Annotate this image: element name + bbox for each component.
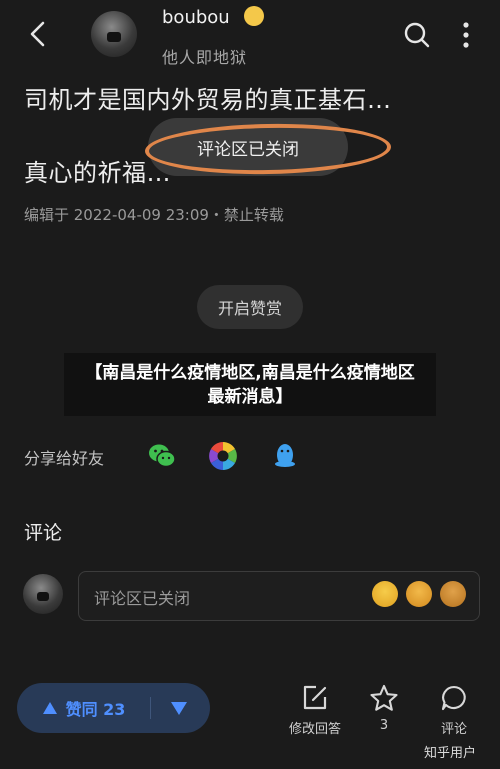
triangle-up-icon xyxy=(42,702,57,714)
author-avatar[interactable] xyxy=(91,11,137,57)
moments-share-icon[interactable] xyxy=(208,441,238,471)
enable-reward-button[interactable]: 开启赞赏 xyxy=(197,285,303,329)
share-label: 分享给好友 xyxy=(24,449,105,468)
laughing-emoji-icon[interactable] xyxy=(406,581,432,607)
wechat-share-icon[interactable] xyxy=(147,441,177,471)
downvote-button[interactable] xyxy=(151,683,207,733)
comment-input-placeholder: 评论区已关闭 xyxy=(94,589,191,608)
favorite-button[interactable]: 3 xyxy=(349,684,419,733)
comments-heading: 评论 xyxy=(24,522,63,544)
edit-answer-button[interactable]: 修改回答 xyxy=(280,684,350,737)
back-button[interactable] xyxy=(22,18,54,50)
back-arrow-icon xyxy=(30,21,45,47)
author-name[interactable]: boubou xyxy=(162,7,230,28)
comment-button[interactable]: 评论 xyxy=(419,684,489,737)
more-button[interactable] xyxy=(452,18,480,52)
title-banner: 【南昌是什么疫情地区,南昌是什么疫情地区最新消息】 xyxy=(64,353,436,416)
answer-text-line-1: 司机才是国内外贸易的真正基石… xyxy=(24,86,392,114)
watermark: 知乎用户 xyxy=(424,746,477,761)
author-signature: 他人即地狱 xyxy=(162,48,248,67)
edit-icon xyxy=(303,685,327,710)
search-icon xyxy=(404,22,430,48)
edit-answer-label: 修改回答 xyxy=(288,722,341,737)
my-avatar xyxy=(23,574,63,614)
triangle-down-icon xyxy=(171,701,187,715)
comment-bubble-icon xyxy=(441,685,466,711)
answer-text-line-2: 真心的祈福… xyxy=(24,159,171,187)
more-vertical-icon xyxy=(463,22,469,48)
upvote-button[interactable]: 赞同 23 xyxy=(17,683,150,733)
qq-share-icon[interactable] xyxy=(270,441,300,471)
edit-meta: 编辑于 2022-04-09 23:09・禁止转载 xyxy=(24,206,284,224)
star-icon xyxy=(370,684,398,711)
user-badge-icon xyxy=(244,6,264,26)
crying-emoji-icon[interactable] xyxy=(372,581,398,607)
hug-emoji-icon[interactable] xyxy=(440,581,466,607)
comment-label: 评论 xyxy=(440,722,467,737)
favorite-count: 3 xyxy=(379,718,389,733)
search-button[interactable] xyxy=(400,18,434,52)
upvote-label: 赞同 23 xyxy=(65,700,126,719)
